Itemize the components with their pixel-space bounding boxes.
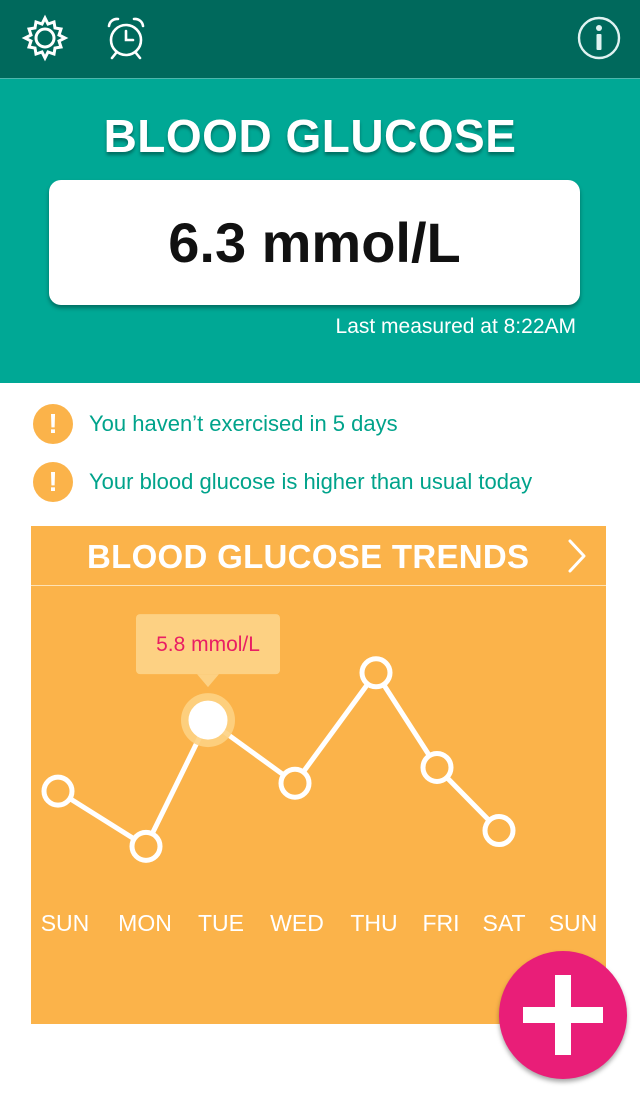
x-tick-label: THU [350, 910, 398, 936]
glucose-reading[interactable]: 6.3 mmol/L [49, 180, 580, 305]
data-point[interactable] [359, 656, 393, 690]
gear-icon[interactable] [21, 14, 69, 62]
warning-icon: ! [33, 404, 73, 444]
info-icon[interactable] [575, 14, 623, 62]
chart-tooltip: 5.8 mmol/L [136, 614, 280, 688]
alert-text: You haven’t exercised in 5 days [89, 411, 398, 436]
data-point[interactable] [129, 829, 163, 863]
tooltip-value: 5.8 mmol/L [156, 633, 260, 656]
data-point[interactable] [420, 750, 454, 784]
alert-text: Your blood glucose is higher than usual … [89, 469, 533, 494]
data-point[interactable] [188, 700, 228, 740]
x-tick-label: SUN [548, 910, 598, 936]
x-tick-label: SUN [40, 910, 90, 936]
alarm-clock-icon[interactable] [102, 14, 150, 62]
glucose-summary: BLOOD GLUCOSE 6.3 mmol/L Last measured a… [0, 79, 640, 383]
x-tick-label: SAT [482, 910, 526, 936]
x-tick-label: MON [118, 910, 172, 936]
tooltip-pointer [197, 674, 219, 688]
last-measured-text: Last measured at 8:22AM [335, 315, 576, 338]
trend-chart: 5.8 mmol/L [41, 614, 516, 863]
x-tick-label: WED [270, 910, 324, 936]
page-title: BLOOD GLUCOSE [103, 110, 517, 162]
alert-glucose-high[interactable]: ! Your blood glucose is higher than usua… [33, 461, 532, 503]
x-tick-label: FRI [422, 910, 460, 936]
x-tick-label: TUE [198, 910, 244, 936]
top-bar [0, 0, 640, 79]
alert-exercise[interactable]: ! You haven’t exercised in 5 days [33, 403, 398, 445]
warning-icon: ! [33, 462, 73, 502]
trends-card: BLOOD GLUCOSE TRENDS 5.8 mmol/L SUN MON … [31, 526, 606, 1024]
add-reading-button[interactable] [499, 951, 627, 1079]
plus-icon [555, 975, 571, 1055]
data-point[interactable] [278, 766, 312, 800]
data-point[interactable] [482, 814, 516, 848]
data-point[interactable] [41, 774, 75, 808]
